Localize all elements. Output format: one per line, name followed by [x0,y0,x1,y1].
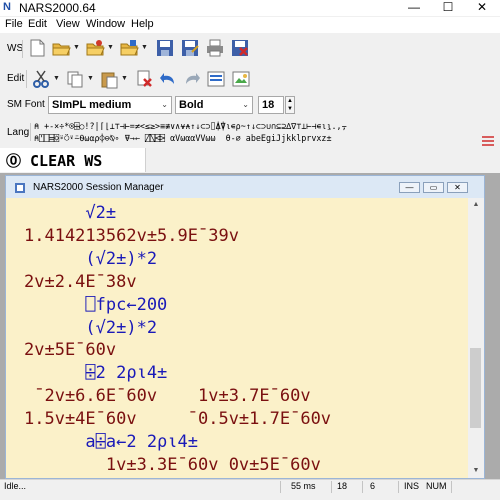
red-marker-icon [482,136,494,146]
edit-toolbar-label: Edit [7,73,25,84]
font-size-value: 18 [262,99,275,111]
open-ws-icon[interactable] [51,38,71,58]
language-bar-row1[interactable]: ⍝ +-×÷*⍟⌹○!?|⌈⌊⊥⊤⊣⊢=≠<≤≥>≡≢∨∧⍱⍲↑↓⊂⊃⌷⍋⍒⍳∊… [34,120,498,132]
settings-icon[interactable] [231,69,251,89]
select-all-icon[interactable] [206,69,226,89]
title-bar: N NARS2000.64 — ☐ ✕ [0,0,500,16]
session-minimize-button[interactable]: — [399,182,420,193]
scroll-down-icon[interactable]: ▼ [468,464,484,478]
workspace-tab[interactable]: ⓪ CLEAR WS [0,148,146,172]
toolbar-separator [26,70,27,88]
delete-icon[interactable] [134,69,154,89]
session-output-line[interactable]: 1.5v±4E¯60v ¯0.5v±1.7E¯60v [24,408,464,431]
status-num: NUM [426,481,447,491]
font-size-spinner[interactable]: ▲ ▼ [285,96,295,114]
session-input-line[interactable]: ⎕fpc←200 [24,294,464,317]
window-title: NARS2000.64 [19,1,96,15]
maximize-button[interactable]: ☐ [431,0,465,16]
language-bar-row2[interactable]: ⍝⍞⎕⌸⌺⍤⍥⍣⍨⍬⍵⍺⍴⌽⊖⍉∘ ⍫→← ⍁⍂⍃⍄ αVωααVVωω θ-∅… [34,132,498,144]
font-name-value: SImPL medium [52,99,132,111]
session-input-line[interactable]: (√2±)*2 [24,248,464,271]
scroll-up-icon[interactable]: ▲ [468,198,484,212]
scrollbar-thumb[interactable] [470,348,481,428]
chevron-down-icon[interactable]: ▼ [73,38,80,58]
menu-help[interactable]: Help [131,18,154,30]
status-bar: Idle... 55 ms 18 6 INS NUM [0,479,500,495]
chevron-down-icon: ⌄ [161,100,168,109]
ws-toolbar-label: WS [7,43,24,54]
nars-app-icon: N [3,1,11,13]
status-divider [362,481,363,493]
status-timer: 55 ms [291,481,316,491]
status-divider [280,481,281,493]
session-input-line[interactable]: ⌹2 2ρι4± [24,362,464,385]
delete-ws-icon[interactable] [230,38,250,58]
session-input-line[interactable]: (√2±)*2 [24,317,464,340]
vertical-scrollbar[interactable]: ▲ ▼ [468,198,484,478]
chevron-down-icon[interactable]: ▼ [87,69,94,89]
print-icon[interactable] [205,38,225,58]
session-input-line[interactable]: a⌹a←2 2ρι4± [24,431,464,454]
session-manager-window[interactable]: NARS2000 Session Manager — ▭ ✕ √2± 1.4142… [5,175,485,498]
session-window-icon [15,183,25,193]
menu-bar: File Edit View Window Help [0,17,500,33]
copy-ws-icon[interactable] [119,38,139,58]
font-style-value: Bold [179,99,204,111]
chevron-down-icon[interactable]: ▼ [141,38,148,58]
session-output-line[interactable]: ¯2v±6.6E¯60v 1v±3.7E¯60v [24,385,464,408]
font-style-select[interactable]: Bold ⌄ [175,96,253,114]
status-ins: INS [404,481,420,491]
menu-edit[interactable]: Edit [28,18,47,30]
chevron-down-icon[interactable]: ▼ [121,69,128,89]
copy-icon[interactable] [65,69,85,89]
session-title-bar[interactable]: NARS2000 Session Manager — ▭ ✕ [6,176,484,198]
session-output-line[interactable]: 1v±3.3E¯60v 0v±5E¯60v [24,454,464,477]
session-text-area[interactable]: √2± 1.414213562v±5.9E¯39v (√2±)*2 2v±2.4E¯… [24,202,464,498]
minimize-button[interactable]: — [397,0,431,16]
status-col: 6 [370,481,376,491]
status-divider [331,481,332,493]
status-divider [398,481,399,493]
edit-toolbar: Edit ▼ ▼ ▼ [0,64,500,94]
close-button[interactable]: ✕ [465,0,499,16]
status-line: 18 [337,481,348,491]
save-ws-icon[interactable] [155,38,175,58]
menu-window[interactable]: Window [86,18,125,30]
status-divider [451,481,452,493]
chevron-down-icon: ⌄ [242,100,249,109]
paste-icon[interactable] [99,69,119,89]
session-output-line[interactable]: 1.414213562v±5.9E¯39v [24,225,464,248]
menu-file[interactable]: File [5,18,23,30]
toolbar-separator [30,123,31,141]
font-toolbar-label: SM Font [7,99,45,110]
toolbar-separator [22,40,23,58]
lang-toolbar-label: Lang [7,127,30,138]
cut-icon[interactable] [31,69,51,89]
load-ws-icon[interactable] [85,38,105,58]
font-size-input[interactable]: 18 [258,96,284,114]
lang-toolbar: Lang ⍝ +-×÷*⍟⌹○!?|⌈⌊⊥⊤⊣⊢=≠<≤≥>≡≢∨∧⍱⍲↑↓⊂⊃… [0,117,500,147]
tab-strip-background [146,148,500,172]
save-as-icon[interactable] [180,38,200,58]
session-close-button[interactable]: ✕ [447,182,468,193]
chevron-down-icon[interactable]: ▼ [53,69,60,89]
session-output-line[interactable]: 2v±5E¯60v [24,339,464,362]
ws-toolbar: WS ▼ ▼ ▼ [0,34,500,64]
chevron-down-icon[interactable]: ▼ [107,38,114,58]
redo-icon[interactable] [182,69,202,89]
menu-view[interactable]: View [56,18,80,30]
session-restore-button[interactable]: ▭ [423,182,444,193]
undo-icon[interactable] [158,69,178,89]
session-window-title: NARS2000 Session Manager [33,182,164,193]
session-output-line[interactable]: 2v±2.4E¯38v [24,271,464,294]
session-input-line[interactable]: √2± [24,202,464,225]
status-message: Idle... [4,481,27,491]
new-ws-icon[interactable] [27,38,47,58]
font-name-select[interactable]: SImPL medium ⌄ [48,96,172,114]
workspace-name: ⓪ CLEAR WS [6,152,103,170]
font-toolbar: SM Font SImPL medium ⌄ Bold ⌄ 18 ▲ ▼ [0,94,500,116]
